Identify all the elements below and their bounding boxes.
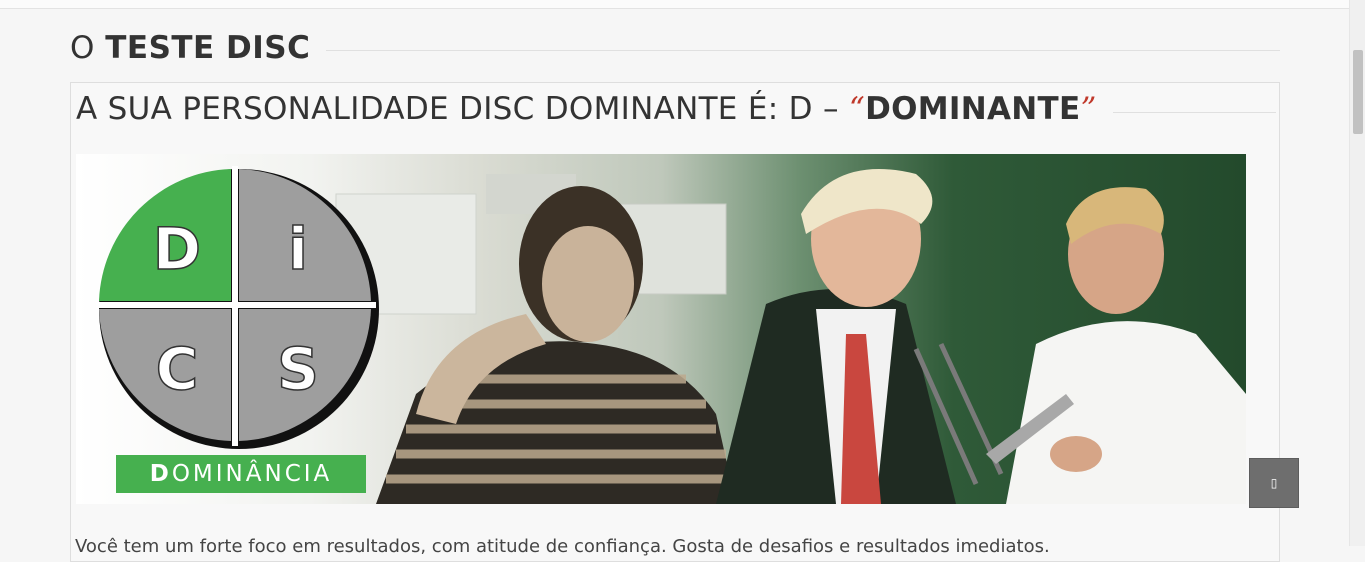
person-3-figure: [986, 187, 1246, 504]
result-heading-divider: [1112, 111, 1276, 113]
result-panel: A SUA PERSONALIDADE DISC DOMINANTE É: D …: [70, 82, 1280, 562]
disc-style-label-first: D: [149, 461, 172, 487]
quote-open: “: [848, 91, 866, 127]
disc-letter-c: C: [156, 335, 199, 403]
back-to-top-button[interactable]: ▯: [1249, 458, 1299, 508]
disc-style-label-rest: OMINÂNCIA: [171, 461, 333, 487]
disc-letter-i: i: [288, 215, 308, 283]
disc-style-label: D OMINÂNCIA: [116, 455, 366, 493]
result-title-prefix: A SUA PERSONALIDADE DISC DOMINANTE É: D …: [76, 91, 839, 127]
dominant-word: DOMINANTE: [865, 91, 1081, 127]
section-heading: O TESTE DISC: [70, 28, 1280, 68]
heading-divider: [326, 49, 1280, 51]
page-title-prefix: O: [70, 30, 95, 66]
back-to-top-icon: ▯: [1270, 476, 1278, 490]
page-title: O TESTE DISC: [70, 30, 310, 66]
top-bar: [0, 0, 1349, 9]
person-2-figure: [716, 169, 1004, 504]
disc-letter-d: D: [153, 215, 201, 283]
disc-letter-s: S: [277, 335, 319, 403]
scrollbar-thumb[interactable]: [1353, 50, 1363, 134]
vertical-scrollbar[interactable]: [1349, 0, 1365, 546]
banner-illustration: D i C S: [96, 166, 1246, 504]
result-description: Você tem um forte foco em resultados, co…: [75, 536, 1050, 557]
quote-close: ”: [1080, 91, 1097, 127]
result-heading: A SUA PERSONALIDADE DISC DOMINANTE É: D …: [76, 87, 1276, 131]
disc-banner-image: D i C S D OMINÂNCIA: [76, 154, 1246, 504]
page-title-bold: TESTE DISC: [105, 30, 311, 66]
result-title: A SUA PERSONALIDADE DISC DOMINANTE É: D …: [76, 91, 1097, 127]
